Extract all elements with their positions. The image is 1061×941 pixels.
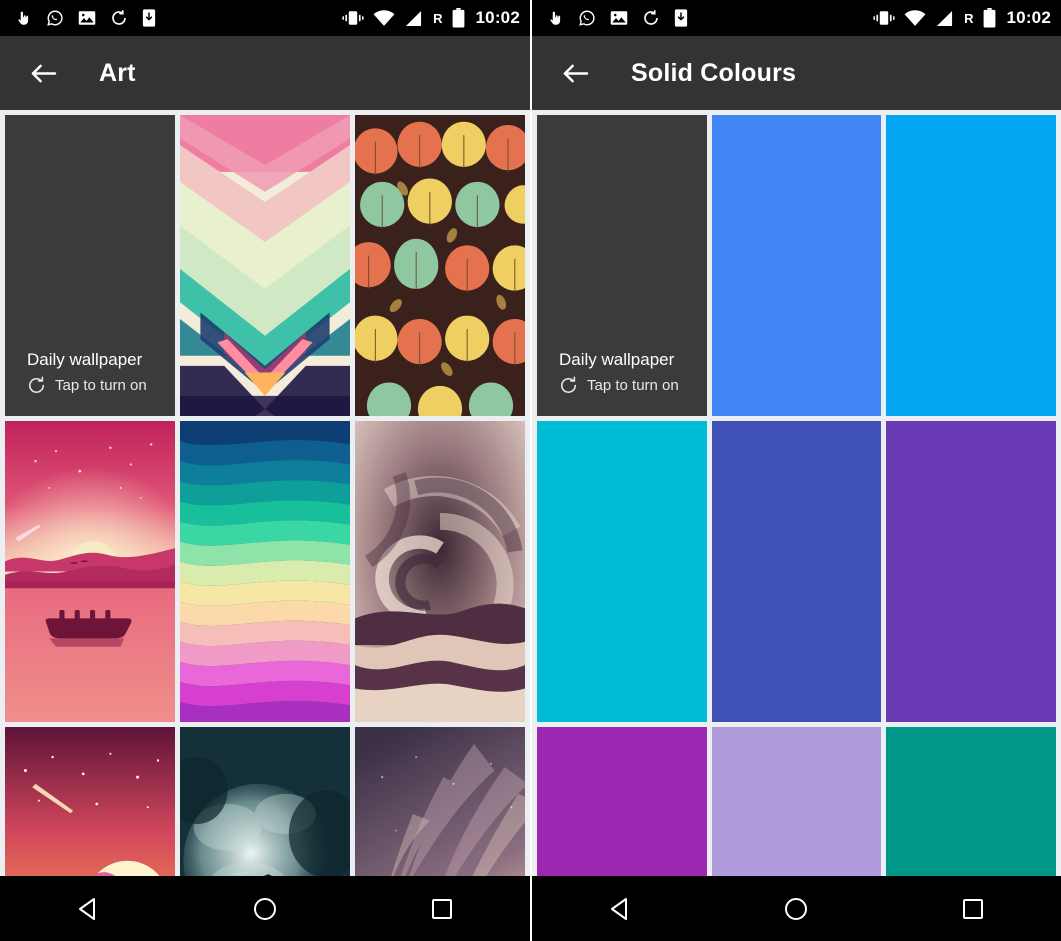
- wallpaper-grid-solid-colours[interactable]: Daily wallpaper Tap to turn on: [532, 110, 1061, 876]
- refresh-icon: [27, 376, 46, 395]
- circle-home-icon: [785, 897, 808, 920]
- refresh-icon: [559, 376, 578, 395]
- page-title: Art: [99, 58, 136, 87]
- status-bar: R 10:02: [0, 0, 530, 36]
- geometric-diamonds-artwork: [180, 115, 350, 416]
- download-to-device-icon: [142, 9, 156, 27]
- daily-wallpaper-action[interactable]: Tap to turn on: [27, 376, 167, 395]
- daily-wallpaper-title: Daily wallpaper: [559, 350, 675, 369]
- daily-wallpaper-title: Daily wallpaper: [27, 350, 143, 369]
- whatsapp-icon: [578, 9, 596, 27]
- daily-wallpaper-subtitle: Tap to turn on: [55, 377, 147, 394]
- touch-gesture-icon: [546, 9, 564, 27]
- wallpaper-plane-clouds[interactable]: [180, 727, 350, 876]
- nav-recents-button[interactable]: [414, 886, 470, 932]
- nav-home-button[interactable]: [237, 886, 293, 932]
- arrow-back-icon: [31, 64, 56, 82]
- daily-wallpaper-content: Daily wallpaper Tap to turn on: [559, 350, 699, 395]
- vibrate-icon: [873, 10, 895, 26]
- nav-home-button[interactable]: [768, 886, 824, 932]
- cell-signal-icon: [935, 10, 954, 27]
- battery-icon: [983, 8, 996, 28]
- touch-gesture-icon: [14, 9, 32, 27]
- square-recents-icon: [431, 898, 452, 919]
- status-bar: R 10:02: [532, 0, 1061, 36]
- swatch-indigo[interactable]: [711, 421, 882, 722]
- sync-icon: [110, 9, 128, 27]
- wifi-icon: [904, 9, 926, 27]
- wallpaper-pink-sunset-boat[interactable]: [5, 421, 175, 722]
- whatsapp-icon: [46, 9, 64, 27]
- triangle-back-icon: [611, 897, 628, 920]
- status-bar-clock: 10:02: [475, 8, 520, 27]
- swatch-teal[interactable]: [886, 727, 1056, 876]
- roaming-icon: R: [433, 10, 443, 26]
- retro-leaves-artwork: [355, 115, 525, 416]
- wallpaper-retro-leaves[interactable]: [355, 115, 525, 416]
- wallpaper-geometric-diamonds[interactable]: [180, 115, 350, 416]
- app-bar-solid-colours: Solid Colours: [532, 36, 1061, 110]
- sync-icon: [642, 9, 660, 27]
- vibrate-icon: [342, 10, 364, 26]
- back-button[interactable]: [558, 56, 592, 90]
- daily-wallpaper-content: Daily wallpaper Tap to turn on: [27, 350, 167, 395]
- roaming-icon: R: [964, 10, 974, 26]
- status-bar-left-icons: [546, 9, 702, 27]
- back-button[interactable]: [26, 56, 60, 90]
- wallpaper-purple-clouds[interactable]: [355, 727, 525, 876]
- desert-sunset-artwork: [5, 727, 175, 876]
- phone-screen-solid-colours: R 10:02 Solid Colours Daily wallpaper Ta…: [532, 0, 1061, 941]
- wallpaper-grid-art[interactable]: Daily wallpaper Tap to turn on: [0, 110, 530, 876]
- photo-icon: [610, 10, 628, 26]
- wallpaper-sepia-swirl-dunes[interactable]: [355, 421, 525, 722]
- square-recents-icon: [962, 898, 983, 919]
- nav-back-button[interactable]: [592, 886, 648, 932]
- wifi-icon: [373, 9, 395, 27]
- plane-clouds-artwork: [180, 727, 350, 876]
- swatch-light-blue[interactable]: [886, 115, 1056, 416]
- daily-wallpaper-tile[interactable]: Daily wallpaper Tap to turn on: [537, 115, 707, 416]
- daily-wallpaper-action[interactable]: Tap to turn on: [559, 376, 699, 395]
- rainbow-waves-artwork: [180, 421, 350, 722]
- wallpaper-rainbow-waves[interactable]: [180, 421, 350, 722]
- phone-screen-art: R 10:02 Art Daily wallpaper Tap to turn …: [0, 0, 530, 941]
- nav-back-button[interactable]: [60, 886, 116, 932]
- arrow-back-icon: [563, 64, 588, 82]
- page-title: Solid Colours: [631, 58, 797, 87]
- circle-home-icon: [253, 897, 276, 920]
- swatch-deep-purple[interactable]: [886, 421, 1056, 722]
- app-bar-art: Art: [0, 36, 530, 110]
- swatch-cyan[interactable]: [537, 421, 707, 722]
- cell-signal-icon: [404, 10, 423, 27]
- wallpaper-desert-sunset[interactable]: [5, 727, 175, 876]
- battery-icon: [452, 8, 465, 28]
- photo-icon: [78, 10, 96, 26]
- download-to-device-icon: [674, 9, 688, 27]
- swatch-purple[interactable]: [537, 727, 707, 876]
- triangle-back-icon: [79, 897, 96, 920]
- daily-wallpaper-subtitle: Tap to turn on: [587, 377, 679, 394]
- dual-screenshot-container: R 10:02 Art Daily wallpaper Tap to turn …: [0, 0, 1061, 941]
- status-bar-left-icons: [14, 9, 170, 27]
- navigation-bar: [0, 876, 530, 941]
- swatch-royal-blue[interactable]: [711, 115, 882, 416]
- daily-wallpaper-tile[interactable]: Daily wallpaper Tap to turn on: [5, 115, 175, 416]
- status-bar-clock: 10:02: [1006, 8, 1051, 27]
- pink-sunset-boat-artwork: [5, 421, 175, 722]
- navigation-bar: [532, 876, 1061, 941]
- swatch-light-purple[interactable]: [711, 727, 882, 876]
- status-bar-right-icons: R 10:02: [333, 8, 520, 28]
- nav-recents-button[interactable]: [945, 886, 1001, 932]
- status-bar-right-icons: R 10:02: [864, 8, 1051, 28]
- purple-clouds-artwork: [355, 727, 525, 876]
- sepia-swirl-artwork: [355, 421, 525, 722]
